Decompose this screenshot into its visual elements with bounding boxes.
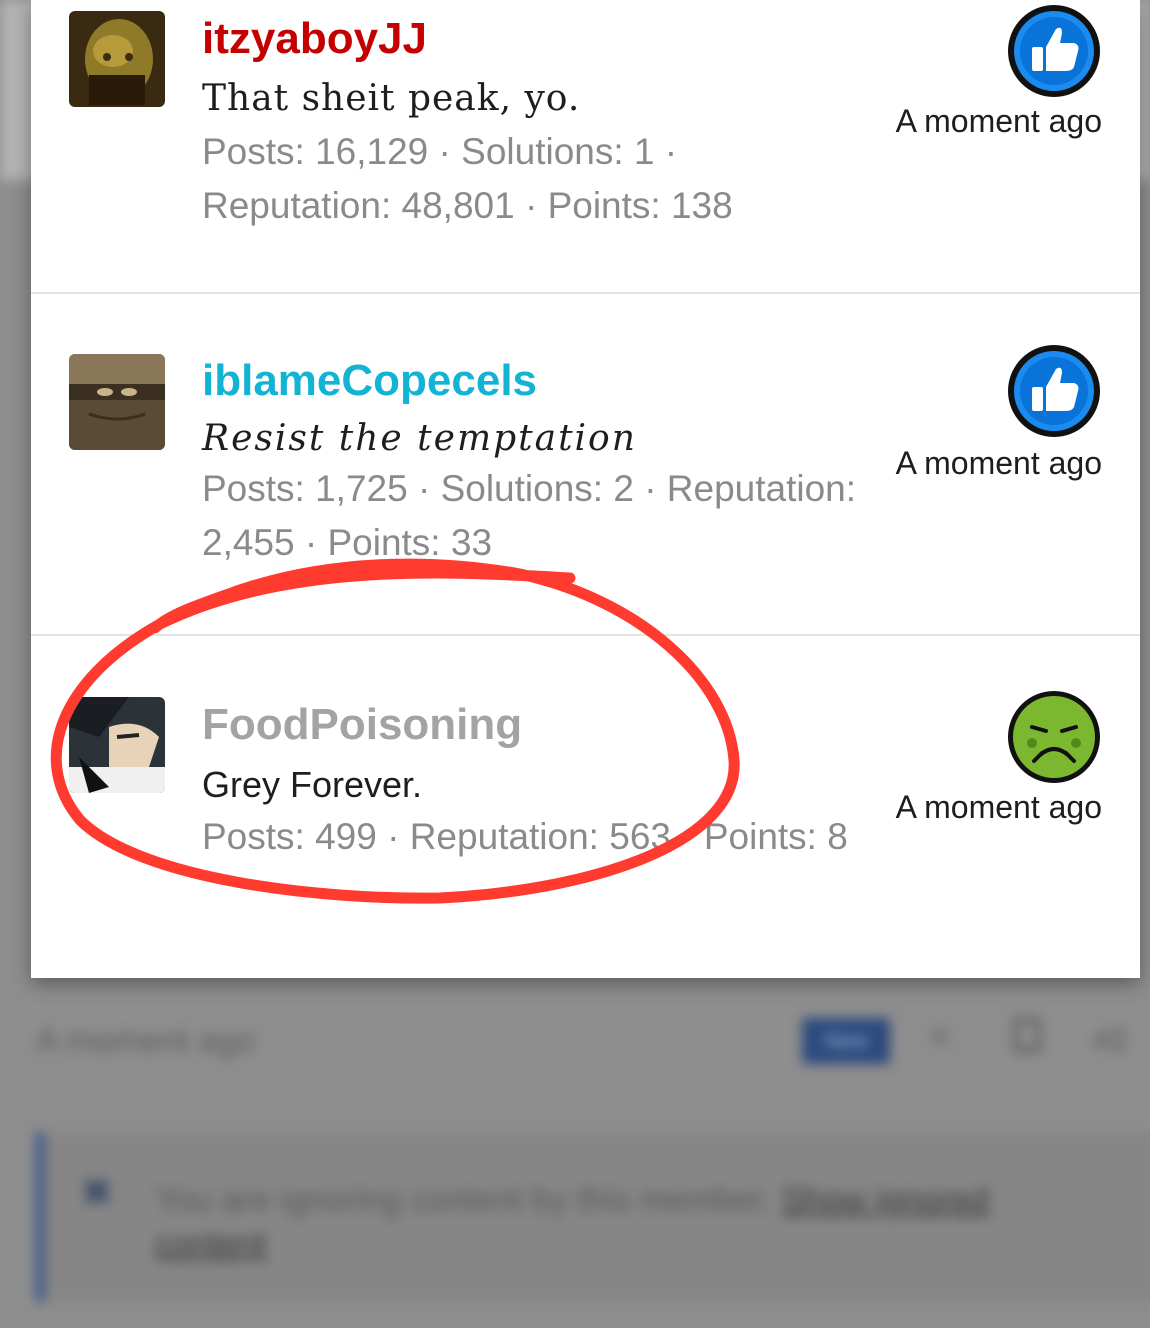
user-title: Resist the temptation [202, 418, 637, 459]
avatar[interactable] [69, 11, 165, 107]
like-icon [1006, 343, 1102, 439]
username-link[interactable]: iblameCopecels [202, 356, 537, 406]
reactions-list-panel: itzyaboyJJ That sheit peak, yo. Posts: 1… [31, 0, 1140, 978]
nauseated-face-icon [1006, 689, 1102, 785]
post-timestamp[interactable]: A moment ago [36, 1022, 255, 1061]
reaction-time: A moment ago [895, 789, 1102, 825]
ignore-notice-label: You are ignoring content by this member. [155, 1181, 772, 1219]
reaction-row[interactable]: iblameCopecels Resist the temptation Pos… [31, 294, 1140, 634]
reaction-row[interactable]: itzyaboyJJ That sheit peak, yo. Posts: 1… [31, 0, 1140, 292]
user-title: Grey Forever. [202, 764, 423, 805]
reaction-time: A moment ago [895, 445, 1102, 481]
username-link[interactable]: itzyaboyJJ [202, 14, 427, 64]
ignore-user-icon: ✖ [80, 1171, 114, 1215]
new-badge: New [802, 1018, 890, 1064]
post-number[interactable]: #2 [1094, 1024, 1127, 1058]
user-stats: Posts: 499 · Reputation: 563 · Points: 8 [202, 816, 848, 857]
reaction-time: A moment ago [895, 103, 1102, 139]
avatar[interactable] [69, 354, 165, 450]
like-icon [1006, 3, 1102, 99]
reaction-row[interactable]: FoodPoisoning Grey Forever. Posts: 499 ·… [31, 636, 1140, 978]
share-icon[interactable]: < [930, 1018, 950, 1057]
bookmark-icon[interactable] [1014, 1018, 1040, 1052]
avatar[interactable] [69, 697, 165, 793]
user-stats: Posts: 16,129 · Solutions: 1 · Reputatio… [202, 131, 733, 226]
ignore-notice-text: You are ignoring content by this member.… [155, 1178, 1075, 1266]
user-stats: Posts: 1,725 · Solutions: 2 · Reputation… [202, 468, 857, 563]
username-link[interactable]: FoodPoisoning [202, 700, 522, 750]
user-title: That sheit peak, yo. [202, 78, 581, 119]
